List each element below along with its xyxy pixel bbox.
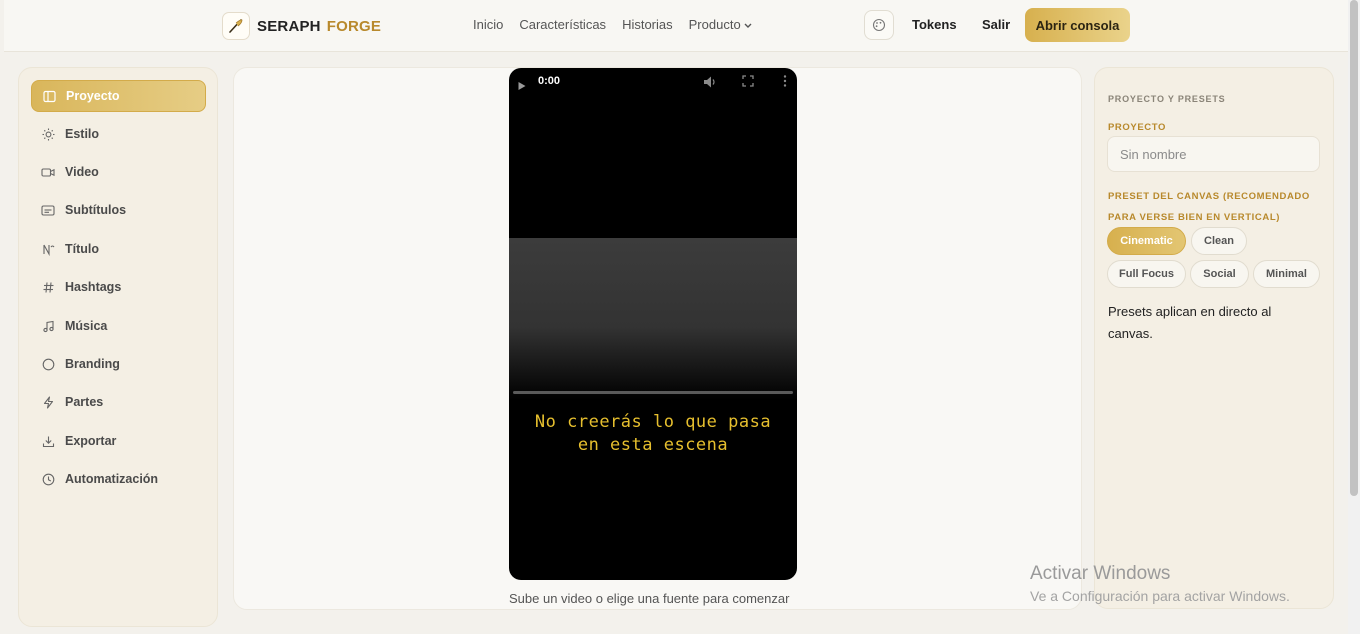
sidebar-item-label: Automatización [65, 472, 159, 486]
activation-watermark-subtitle: Ve a Configuración para activar Windows. [1030, 588, 1290, 604]
subtitle-preview: No creerás lo que pasa en esta escena [534, 412, 772, 455]
video-progress-bar[interactable] [513, 391, 793, 394]
presets-note: Presets aplican en directo al canvas. [1108, 304, 1272, 341]
panel-icon [42, 89, 56, 103]
fullscreen-icon[interactable] [741, 74, 755, 93]
project-label: PROYECTO [1108, 122, 1166, 133]
current-time: 0:00 [538, 75, 561, 87]
preset-cinematic[interactable]: Cinematic [1107, 227, 1186, 255]
hash-icon [41, 280, 55, 294]
project-presets-panel: PROYECTO Y PRESETS PROYECTO PRESET DEL C… [1094, 67, 1334, 609]
nav-historias[interactable]: Historias [622, 17, 673, 32]
brand-logo[interactable]: SERAPH FORGE [222, 12, 381, 40]
video-preview[interactable]: 0:00 No creerás lo que pasa en esta esce… [509, 68, 797, 580]
sidebar-item-label: Estilo [65, 127, 100, 141]
circle-icon [41, 357, 55, 371]
sidebar-item-label: Exportar [65, 434, 117, 448]
theme-palette-button[interactable] [864, 10, 894, 40]
nav-producto[interactable]: Producto [689, 17, 753, 32]
sidebar-item-proyecto[interactable]: Proyecto [31, 80, 206, 112]
sidebar-item-musica[interactable]: Música [31, 310, 206, 342]
scrollbar-thumb[interactable] [1350, 0, 1358, 496]
editor-sidebar: Proyecto Estilo Video Subtítulos Título … [18, 67, 218, 627]
sidebar-item-exportar[interactable]: Exportar [31, 425, 206, 457]
preset-minimal[interactable]: Minimal [1253, 260, 1320, 288]
video-icon [41, 165, 55, 179]
main-nav: Inicio Características Historias Product… [473, 17, 753, 32]
title-icon [41, 242, 55, 256]
sidebar-item-subtitulos[interactable]: Subtítulos [31, 194, 206, 226]
sidebar-item-label: Título [65, 242, 100, 256]
sidebar-item-partes[interactable]: Partes [31, 386, 206, 418]
volume-icon[interactable] [702, 74, 718, 95]
sidebar-item-label: Branding [65, 357, 120, 371]
sidebar-item-label: Subtítulos [65, 203, 127, 217]
canvas-preset-label: PRESET DEL CANVAS (RECOMENDADO PARA VERS… [1108, 191, 1310, 223]
subtitles-icon [41, 203, 55, 217]
quill-icon [222, 12, 250, 40]
sidebar-item-label: Partes [65, 395, 104, 409]
sidebar-item-automatizacion[interactable]: Automatización [31, 463, 206, 495]
bolt-icon [41, 395, 55, 409]
more-options-icon[interactable] [783, 74, 787, 93]
play-icon[interactable] [517, 78, 527, 96]
sun-icon [41, 127, 55, 141]
sidebar-item-label: Música [65, 319, 108, 333]
chevron-down-icon [744, 23, 752, 28]
tokens-link[interactable]: Tokens [912, 17, 957, 32]
logout-link[interactable]: Salir [982, 17, 1010, 32]
sidebar-item-hashtags[interactable]: Hashtags [31, 271, 206, 303]
clock-icon [41, 472, 55, 486]
nav-caracteristicas[interactable]: Características [519, 17, 606, 32]
sidebar-item-branding[interactable]: Branding [31, 348, 206, 380]
download-icon [41, 434, 55, 448]
sidebar-item-titulo[interactable]: Título [31, 233, 206, 265]
nav-inicio[interactable]: Inicio [473, 17, 503, 32]
sidebar-item-label: Hashtags [65, 280, 122, 294]
brand-word-2: FORGE [326, 17, 382, 35]
project-name-input[interactable] [1107, 136, 1320, 172]
sidebar-item-label: Proyecto [66, 89, 120, 103]
sidebar-item-label: Video [65, 165, 99, 179]
nav-producto-label: Producto [688, 17, 741, 32]
video-frame[interactable] [509, 238, 797, 400]
brand-word-1: SERAPH [257, 17, 321, 35]
open-console-button[interactable]: Abrir consola [1025, 8, 1130, 42]
sidebar-item-estilo[interactable]: Estilo [31, 118, 206, 150]
preset-clean[interactable]: Clean [1191, 227, 1247, 255]
music-icon [41, 319, 55, 333]
preset-full-focus[interactable]: Full Focus [1107, 260, 1186, 288]
preset-social[interactable]: Social [1190, 260, 1249, 288]
sidebar-item-video[interactable]: Video [31, 156, 206, 188]
top-bar: SERAPH FORGE Inicio Características Histo… [4, 0, 1348, 52]
upload-hint: Sube un video o elige una fuente para co… [509, 591, 790, 606]
panel-heading: PROYECTO Y PRESETS [1108, 94, 1226, 104]
palette-icon [872, 18, 886, 32]
activation-watermark-title: Activar Windows [1030, 563, 1171, 584]
